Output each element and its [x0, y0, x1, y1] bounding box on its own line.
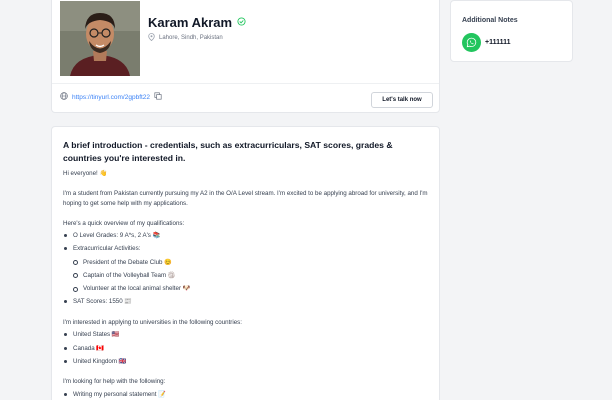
- list-item: United Kingdom 🇬🇧: [63, 355, 428, 368]
- list-item: United States 🇺🇸: [63, 328, 428, 341]
- profile-name: Karam Akram: [148, 14, 233, 30]
- verified-icon: [237, 13, 246, 31]
- whatsapp-number[interactable]: +111111: [485, 39, 511, 46]
- notes-card: Additional Notes +111111: [450, 0, 573, 62]
- help-heading: I'm looking for help with the following:: [63, 378, 166, 386]
- qualifications-list: O Level Grades: 9 A*s, 2 A's 📚 Extracurr…: [63, 229, 428, 309]
- greeting: Hi everyone! 👋: [63, 170, 108, 177]
- profile-link[interactable]: https://tinyurl.com/2gpbft22: [72, 94, 150, 101]
- divider: [52, 83, 439, 84]
- notes-title: Additional Notes: [462, 17, 518, 24]
- list-item: SAT Scores: 1550 📰: [63, 295, 428, 308]
- list-item: Volunteer at the local animal shelter 🐶: [63, 282, 428, 295]
- list-item: Canada 🇨🇦: [63, 342, 428, 355]
- globe-icon: [60, 92, 68, 102]
- overview-heading: Here's a quick overview of my qualificat…: [63, 219, 185, 227]
- list-item: Extracurricular Activities:: [63, 242, 428, 255]
- intro-card: A brief introduction - credentials, such…: [51, 126, 440, 400]
- list-item: Writing my personal statement 📝: [63, 388, 428, 400]
- help-list: Writing my personal statement 📝: [63, 388, 428, 400]
- lets-talk-button[interactable]: Let's talk now: [371, 92, 433, 108]
- location-text: Lahore, Sindh, Pakistan: [159, 35, 223, 41]
- link-row: https://tinyurl.com/2gpbft22: [60, 92, 162, 102]
- name-row: Karam Akram: [148, 13, 246, 31]
- countries-heading: I'm interested in applying to universiti…: [63, 318, 242, 326]
- list-item: President of the Debate Club 😊: [63, 256, 428, 269]
- intro-title: A brief introduction - credentials, such…: [63, 140, 393, 163]
- avatar: [60, 1, 140, 76]
- intro-paragraph: I'm a student from Pakistan currently pu…: [63, 189, 428, 208]
- copy-icon[interactable]: [154, 92, 162, 102]
- profile-card: Karam Akram Lahore, Sindh, Pakistan http…: [51, 0, 440, 113]
- countries-list: United States 🇺🇸 Canada 🇨🇦 United Kingdo…: [63, 328, 428, 368]
- list-item: O Level Grades: 9 A*s, 2 A's 📚: [63, 229, 428, 242]
- whatsapp-icon[interactable]: [462, 33, 481, 52]
- list-item: Captain of the Volleyball Team 🏐: [63, 269, 428, 282]
- location-pin-icon: [148, 33, 155, 43]
- location-row: Lahore, Sindh, Pakistan: [148, 33, 223, 43]
